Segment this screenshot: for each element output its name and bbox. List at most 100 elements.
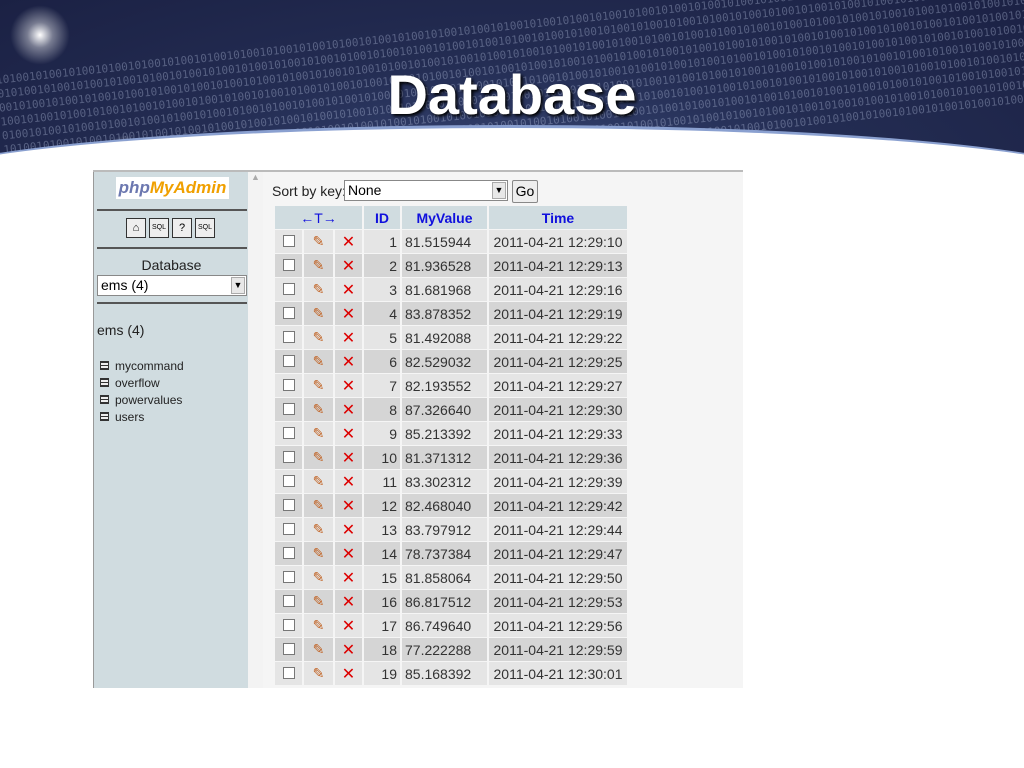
column-header-myvalue[interactable]: MyValue — [402, 206, 487, 229]
table-row: ✎ ✕ 19 85.168392 2011-04-21 12:30:01 — [275, 662, 627, 685]
row-checkbox[interactable] — [282, 402, 295, 415]
delete-icon[interactable]: ✕ — [335, 470, 362, 493]
delete-icon[interactable]: ✕ — [335, 446, 362, 469]
cell-time: 2011-04-21 12:29:13 — [489, 254, 627, 277]
row-checkbox[interactable] — [282, 570, 295, 583]
row-checkbox[interactable] — [282, 618, 295, 631]
delete-icon[interactable]: ✕ — [335, 422, 362, 445]
delete-icon[interactable]: ✕ — [335, 494, 362, 517]
delete-icon[interactable]: ✕ — [335, 350, 362, 373]
cell-myvalue: 83.797912 — [402, 518, 487, 541]
table-name[interactable]: powervalues — [115, 393, 182, 407]
edit-icon[interactable]: ✎ — [304, 638, 333, 661]
delete-icon[interactable]: ✕ — [335, 638, 362, 661]
delete-icon[interactable]: ✕ — [335, 254, 362, 277]
delete-icon[interactable]: ✕ — [335, 542, 362, 565]
row-checkbox-cell — [275, 326, 302, 349]
edit-icon[interactable]: ✎ — [304, 614, 333, 637]
row-checkbox[interactable] — [282, 666, 295, 679]
edit-icon[interactable]: ✎ — [304, 374, 333, 397]
delete-icon[interactable]: ✕ — [335, 374, 362, 397]
table-name[interactable]: overflow — [115, 376, 160, 390]
cell-myvalue: 78.737384 — [402, 542, 487, 565]
row-checkbox[interactable] — [282, 234, 295, 247]
edit-icon[interactable]: ✎ — [304, 518, 333, 541]
home-icon[interactable]: ⌂ — [126, 218, 146, 238]
row-checkbox[interactable] — [282, 258, 295, 271]
edit-icon[interactable]: ✎ — [304, 662, 333, 685]
go-button[interactable]: Go — [512, 180, 538, 203]
edit-icon[interactable]: ✎ — [304, 422, 333, 445]
row-checkbox-cell — [275, 446, 302, 469]
edit-icon[interactable]: ✎ — [304, 302, 333, 325]
edit-icon[interactable]: ✎ — [304, 446, 333, 469]
database-heading[interactable]: ems (4) — [97, 322, 144, 338]
table-item-mycommand[interactable]: mycommand — [100, 357, 184, 374]
cell-myvalue: 82.468040 — [402, 494, 487, 517]
delete-icon[interactable]: ✕ — [335, 302, 362, 325]
scroll-up-icon[interactable]: ▲ — [248, 172, 263, 182]
row-checkbox[interactable] — [282, 306, 295, 319]
edit-icon[interactable]: ✎ — [304, 470, 333, 493]
row-checkbox[interactable] — [282, 426, 295, 439]
table-item-overflow[interactable]: overflow — [100, 374, 184, 391]
cell-myvalue: 81.936528 — [402, 254, 487, 277]
row-checkbox[interactable] — [282, 474, 295, 487]
scrollbar[interactable]: ▲ — [248, 172, 263, 688]
delete-icon[interactable]: ✕ — [335, 230, 362, 253]
table-item-users[interactable]: users — [100, 408, 184, 425]
row-checkbox[interactable] — [282, 594, 295, 607]
delete-icon[interactable]: ✕ — [335, 590, 362, 613]
edit-icon[interactable]: ✎ — [304, 542, 333, 565]
row-checkbox[interactable] — [282, 378, 295, 391]
edit-icon[interactable]: ✎ — [304, 254, 333, 277]
edit-icon[interactable]: ✎ — [304, 326, 333, 349]
delete-icon[interactable]: ✕ — [335, 566, 362, 589]
sql-query-icon[interactable]: SQL — [149, 218, 169, 238]
row-checkbox[interactable] — [282, 330, 295, 343]
table-name[interactable]: users — [115, 410, 144, 424]
delete-icon[interactable]: ✕ — [335, 518, 362, 541]
column-header-id[interactable]: ID — [364, 206, 400, 229]
row-checkbox[interactable] — [282, 642, 295, 655]
edit-icon[interactable]: ✎ — [304, 350, 333, 373]
table-icon — [100, 412, 109, 421]
edit-icon[interactable]: ✎ — [304, 494, 333, 517]
column-header-time[interactable]: Time — [489, 206, 627, 229]
delete-icon[interactable]: ✕ — [335, 614, 362, 637]
table-row: ✎ ✕ 2 81.936528 2011-04-21 12:29:13 — [275, 254, 627, 277]
delete-icon[interactable]: ✕ — [335, 398, 362, 421]
chevron-down-icon[interactable]: ▼ — [231, 277, 245, 294]
edit-icon[interactable]: ✎ — [304, 566, 333, 589]
row-checkbox[interactable] — [282, 354, 295, 367]
cell-time: 2011-04-21 12:29:22 — [489, 326, 627, 349]
cell-id: 5 — [364, 326, 400, 349]
edit-icon[interactable]: ✎ — [304, 278, 333, 301]
database-select[interactable]: ems (4) ▼ — [97, 275, 247, 296]
cell-id: 2 — [364, 254, 400, 277]
table-row: ✎ ✕ 12 82.468040 2011-04-21 12:29:42 — [275, 494, 627, 517]
slide-title: Database — [387, 63, 637, 126]
row-checkbox[interactable] — [282, 450, 295, 463]
delete-icon[interactable]: ✕ — [335, 662, 362, 685]
row-checkbox-cell — [275, 518, 302, 541]
column-nav[interactable]: ←T→ — [275, 206, 362, 229]
table-name[interactable]: mycommand — [115, 359, 184, 373]
table-row: ✎ ✕ 6 82.529032 2011-04-21 12:29:25 — [275, 350, 627, 373]
phpmyadmin-logo[interactable]: phpMyAdmin — [116, 177, 229, 199]
sort-select[interactable]: None ▼ — [344, 180, 508, 201]
row-checkbox[interactable] — [282, 282, 295, 295]
edit-icon[interactable]: ✎ — [304, 590, 333, 613]
chevron-down-icon[interactable]: ▼ — [492, 182, 506, 199]
edit-icon[interactable]: ✎ — [304, 398, 333, 421]
table-item-powervalues[interactable]: powervalues — [100, 391, 184, 408]
cell-id: 3 — [364, 278, 400, 301]
help-icon[interactable]: ? — [172, 218, 192, 238]
sql-docs-icon[interactable]: SQL — [195, 218, 215, 238]
row-checkbox[interactable] — [282, 498, 295, 511]
row-checkbox[interactable] — [282, 546, 295, 559]
delete-icon[interactable]: ✕ — [335, 326, 362, 349]
row-checkbox[interactable] — [282, 522, 295, 535]
edit-icon[interactable]: ✎ — [304, 230, 333, 253]
delete-icon[interactable]: ✕ — [335, 278, 362, 301]
